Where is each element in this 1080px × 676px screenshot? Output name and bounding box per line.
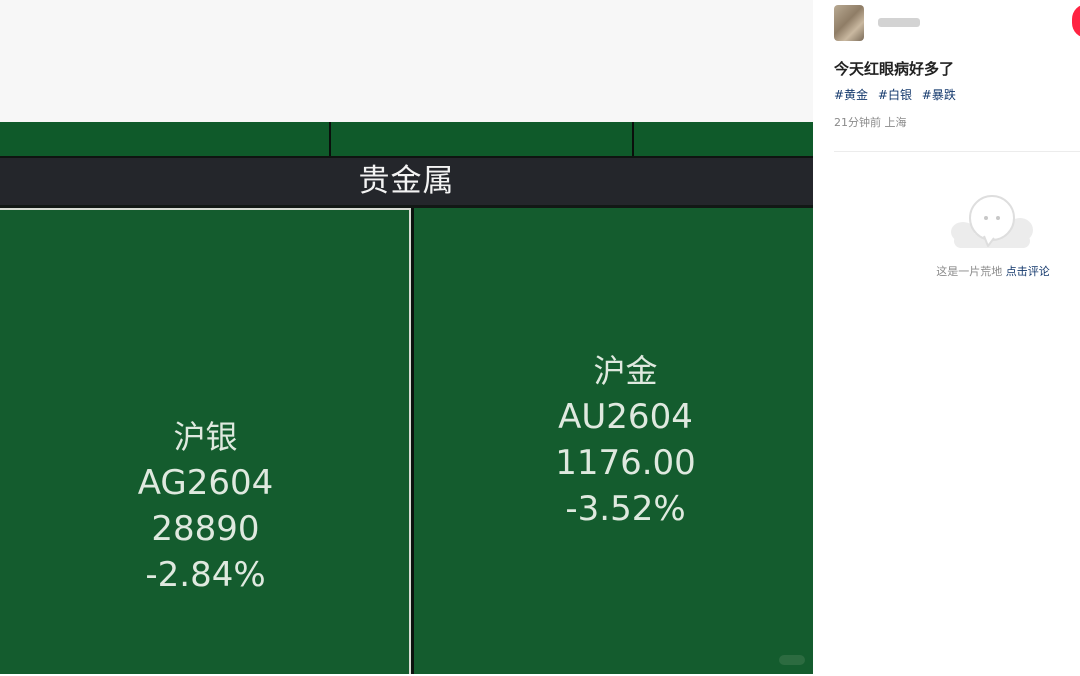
image-watermark: [779, 655, 805, 665]
post-tags: #黄金 #白银 #暴跌: [834, 86, 962, 104]
post-tag[interactable]: #黄金: [834, 88, 868, 102]
post-tag[interactable]: #暴跌: [922, 88, 956, 102]
post-tag[interactable]: #白银: [878, 88, 912, 102]
tile-price: 1176.00: [555, 443, 696, 483]
post-image[interactable]: 贵金属 沪银 AG2604 28890 -2.84% 沪金 AU2604 117…: [0, 0, 813, 676]
tile-code: AU2604: [558, 397, 693, 437]
tile-code: AG2604: [137, 463, 274, 503]
tile-change: -3.52%: [565, 489, 686, 529]
user-avatar[interactable]: [834, 5, 864, 41]
section-divider: [834, 151, 1080, 152]
comment-link[interactable]: 点击评论: [1006, 265, 1050, 278]
chat-bubble-icon: [951, 195, 1033, 248]
sector-title: 贵金属: [358, 163, 455, 199]
empty-comments: 这是一片荒地 点击评论: [834, 264, 1080, 280]
empty-comments-text: 这是一片荒地: [936, 265, 1003, 278]
image-top-margin: [0, 0, 813, 122]
tile-gold-text: 沪金 AU2604 1176.00 -3.52%: [426, 348, 813, 532]
post-meta: 21分钟前 上海: [834, 116, 907, 129]
board-strip-divider: [632, 122, 634, 156]
tile-price: 28890: [151, 509, 260, 549]
board-top-strip: [0, 122, 813, 156]
tile-name: 沪金: [593, 352, 658, 390]
author-name-placeholder[interactable]: [878, 18, 920, 27]
tile-silver-text: 沪银 AG2604 28890 -2.84%: [0, 414, 411, 598]
tile-change: -2.84%: [145, 555, 266, 595]
post-title: 今天红眼病好多了: [834, 60, 955, 78]
tile-name: 沪银: [173, 418, 238, 456]
board-strip-divider: [329, 122, 331, 156]
